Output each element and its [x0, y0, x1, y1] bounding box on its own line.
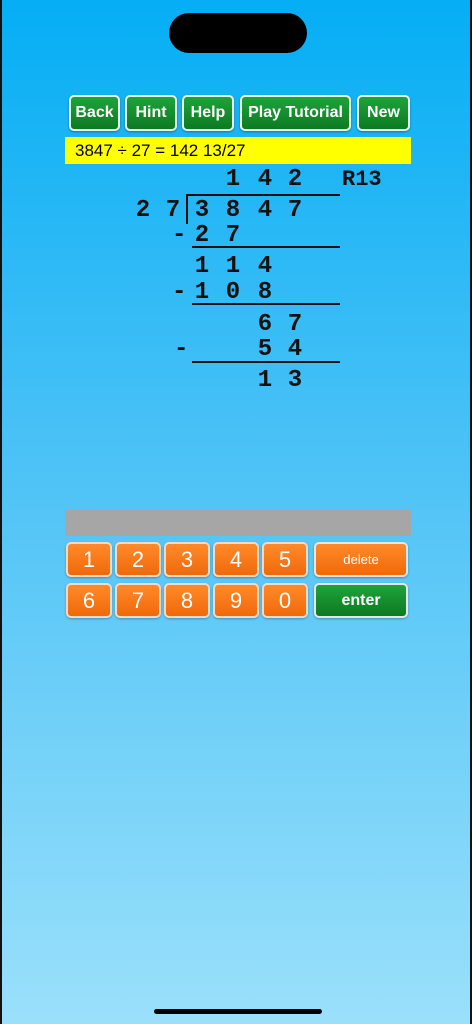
- dividend-digit: 3: [194, 197, 210, 224]
- key-3[interactable]: 3: [164, 542, 210, 577]
- problem-statement: 3847 ÷ 27 = 142 13/27: [65, 137, 411, 164]
- minus-sign: -: [174, 336, 189, 363]
- difference-digit: 7: [287, 311, 303, 338]
- minus-sign: -: [172, 222, 187, 249]
- subtraction-line: [192, 246, 340, 248]
- remainder-label: R13: [342, 167, 382, 192]
- delete-button[interactable]: delete: [314, 542, 408, 577]
- subtraction-line: [192, 303, 340, 305]
- enter-button[interactable]: enter: [314, 583, 408, 618]
- key-6[interactable]: 6: [66, 583, 112, 618]
- key-7[interactable]: 7: [115, 583, 161, 618]
- quotient-digit: 1: [225, 166, 241, 193]
- division-bracket-side: [186, 194, 188, 224]
- minus-sign: -: [172, 279, 187, 306]
- back-button[interactable]: Back: [69, 95, 120, 131]
- quotient-digit: 4: [257, 166, 273, 193]
- remainder-digit: 3: [287, 367, 303, 394]
- subtrahend-digit: 5: [257, 336, 273, 363]
- remainder-digit: 1: [257, 367, 273, 394]
- dividend-digit: 4: [257, 197, 273, 224]
- key-0[interactable]: 0: [262, 583, 308, 618]
- subtrahend-digit: 4: [287, 336, 303, 363]
- key-9[interactable]: 9: [213, 583, 259, 618]
- divisor-digit: 2: [135, 197, 151, 224]
- new-button[interactable]: New: [357, 95, 410, 131]
- key-2[interactable]: 2: [115, 542, 161, 577]
- dynamic-island: [169, 13, 307, 53]
- dividend-digit: 7: [287, 197, 303, 224]
- divisor-digit: 7: [165, 197, 181, 224]
- division-bracket-top: [187, 194, 340, 196]
- quotient-digit: 2: [287, 166, 303, 193]
- dividend-digit: 8: [225, 197, 241, 224]
- difference-digit: 1: [225, 253, 241, 280]
- hint-button[interactable]: Hint: [125, 95, 177, 131]
- subtraction-line: [192, 361, 340, 363]
- key-8[interactable]: 8: [164, 583, 210, 618]
- key-1[interactable]: 1: [66, 542, 112, 577]
- difference-digit: 1: [194, 253, 210, 280]
- play-tutorial-button[interactable]: Play Tutorial: [240, 95, 351, 131]
- difference-digit: 4: [257, 253, 273, 280]
- home-indicator[interactable]: [154, 1009, 322, 1014]
- difference-digit: 6: [257, 311, 273, 338]
- key-5[interactable]: 5: [262, 542, 308, 577]
- help-button[interactable]: Help: [182, 95, 234, 131]
- answer-entry-field[interactable]: [65, 509, 411, 536]
- key-4[interactable]: 4: [213, 542, 259, 577]
